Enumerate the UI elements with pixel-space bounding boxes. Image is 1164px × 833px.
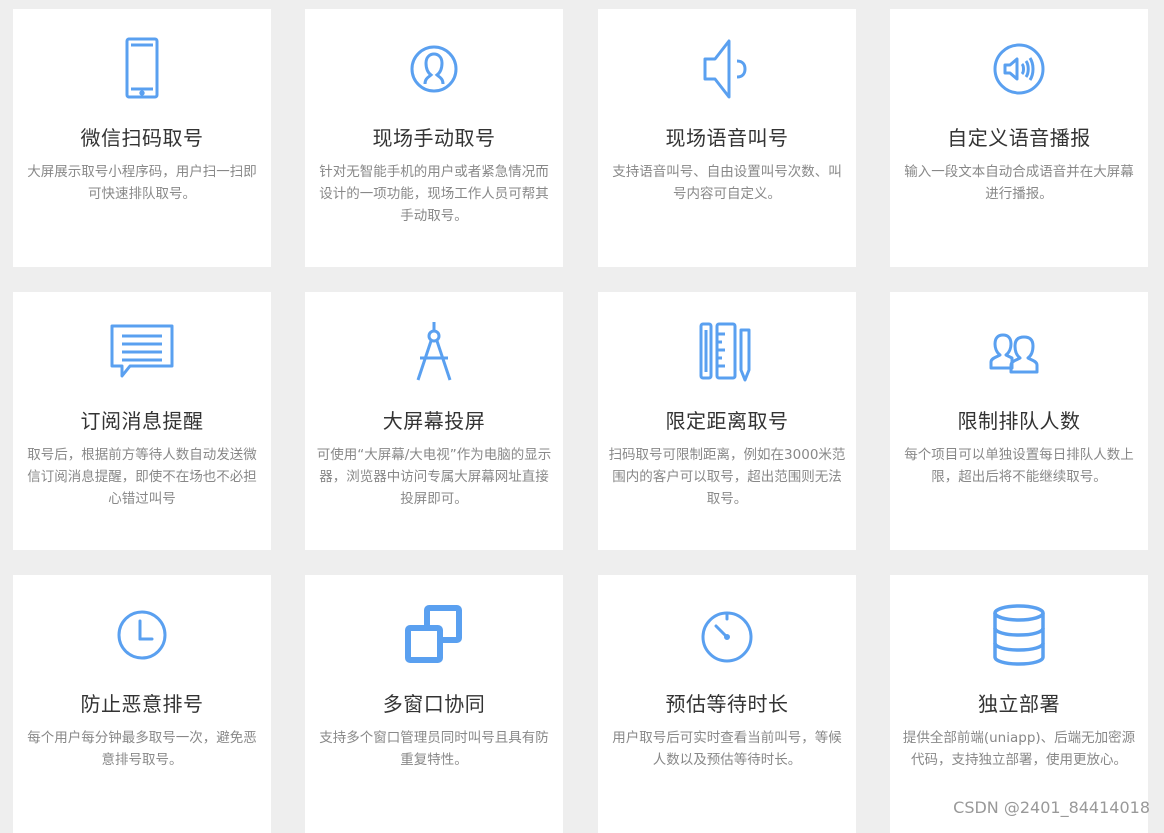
feature-desc: 取号后，根据前方等待人数自动发送微信订阅消息提醒，即使不在场也不必担心错过叫号 (27, 447, 257, 507)
feature-title: 预估等待时长 (665, 692, 789, 716)
speaker-icon (598, 37, 856, 101)
feature-desc: 用户取号后可实时查看当前叫号，等候人数以及预估等待时长。 (612, 730, 842, 768)
feature-title: 限制排队人数 (957, 409, 1081, 433)
feature-desc: 扫码取号可限制距离，例如在3000米范围内的客户可以取号，超出范围则无法取号。 (608, 447, 846, 507)
feature-title: 限定距离取号 (665, 409, 789, 433)
feature-desc: 每个项目可以单独设置每日排队人数上限，超出后将不能继续取号。 (904, 447, 1134, 485)
feature-desc: 可使用“大屏幕/大电视”作为电脑的显示器，浏览器中访问专属大屏幕网址直接投屏即可… (316, 447, 552, 507)
feature-desc: 大屏展示取号小程序码，用户扫一扫即可快速排队取号。 (27, 164, 257, 202)
windows-icon (305, 603, 563, 667)
volume-circle-icon (890, 37, 1148, 101)
feature-card-queue-limit: 限制排队人数 每个项目可以单独设置每日排队人数上限，超出后将不能继续取号。 (890, 292, 1148, 550)
feature-card-distance-limit: 限定距离取号 扫码取号可限制距离，例如在3000米范围内的客户可以取号，超出范围… (598, 292, 856, 550)
ruler-pencil-icon (598, 320, 856, 384)
feature-desc: 每个用户每分钟最多取号一次，避免恶意排号取号。 (27, 730, 257, 768)
feature-card-screen-cast: 大屏幕投屏 可使用“大屏幕/大电视”作为电脑的显示器，浏览器中访问专属大屏幕网址… (305, 292, 563, 550)
feature-title: 防止恶意排号 (80, 692, 204, 716)
feature-title: 订阅消息提醒 (80, 409, 204, 433)
feature-card-custom-broadcast: 自定义语音播报 输入一段文本自动合成语音并在大屏幕进行播报。 (890, 9, 1148, 267)
feature-card-wait-estimate: 预估等待时长 用户取号后可实时查看当前叫号，等候人数以及预估等待时长。 (598, 575, 856, 833)
user-circle-icon (305, 37, 563, 101)
message-icon (13, 320, 271, 384)
feature-desc: 支持多个窗口管理员同时叫号且具有防重复特性。 (319, 730, 549, 768)
users-icon (890, 320, 1148, 384)
feature-card-anti-abuse: 防止恶意排号 每个用户每分钟最多取号一次，避免恶意排号取号。 (13, 575, 271, 833)
compass-icon (305, 320, 563, 384)
watermark: CSDN @2401_84414018 (953, 798, 1150, 817)
feature-desc: 输入一段文本自动合成语音并在大屏幕进行播报。 (904, 164, 1134, 202)
feature-desc: 支持语音叫号、自由设置叫号次数、叫号内容可自定义。 (612, 164, 842, 202)
feature-title: 现场语音叫号 (665, 126, 789, 150)
smartphone-icon (13, 37, 271, 101)
database-icon (890, 603, 1148, 667)
feature-desc: 针对无智能手机的用户或者紧急情况而设计的一项功能，现场工作人员可帮其手动取号。 (319, 164, 549, 224)
timer-icon (598, 603, 856, 667)
feature-title: 现场手动取号 (372, 126, 496, 150)
feature-title: 微信扫码取号 (80, 126, 204, 150)
feature-card-manual-ticket: 现场手动取号 针对无智能手机的用户或者紧急情况而设计的一项功能，现场工作人员可帮… (305, 9, 563, 267)
feature-card-voice-call: 现场语音叫号 支持语音叫号、自由设置叫号次数、叫号内容可自定义。 (598, 9, 856, 267)
feature-card-multi-window: 多窗口协同 支持多个窗口管理员同时叫号且具有防重复特性。 (305, 575, 563, 833)
feature-grid: 微信扫码取号 大屏展示取号小程序码，用户扫一扫即可快速排队取号。 现场手动取号 … (0, 0, 1164, 833)
feature-card-wechat-scan: 微信扫码取号 大屏展示取号小程序码，用户扫一扫即可快速排队取号。 (13, 9, 271, 267)
feature-card-subscribe-reminder: 订阅消息提醒 取号后，根据前方等待人数自动发送微信订阅消息提醒，即使不在场也不必… (13, 292, 271, 550)
feature-title: 大屏幕投屏 (382, 409, 486, 433)
feature-title: 自定义语音播报 (947, 126, 1091, 150)
feature-title: 多窗口协同 (382, 692, 486, 716)
feature-desc: 提供全部前端(uniapp)、后端无加密源代码，支持独立部署，使用更放心。 (902, 730, 1136, 768)
feature-title: 独立部署 (978, 692, 1060, 716)
clock-icon (13, 603, 271, 667)
feature-card-standalone-deploy: 独立部署 提供全部前端(uniapp)、后端无加密源代码，支持独立部署，使用更放… (890, 575, 1148, 833)
